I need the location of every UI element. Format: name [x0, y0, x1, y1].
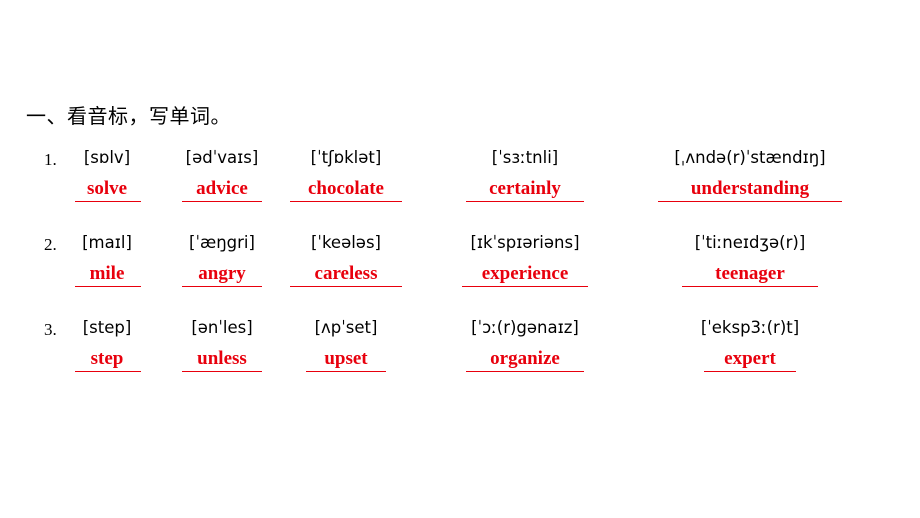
phonetic-text: [ˈkeələs]: [310, 233, 381, 252]
answer-wrap: solve: [60, 168, 154, 200]
phonetic-text: [step]: [82, 318, 132, 337]
answer-wrap: advice: [168, 168, 276, 200]
answer-underline: [704, 371, 796, 372]
answer-text: solve: [86, 178, 128, 199]
word-cell: [ˈsɜːtnli] certainly: [452, 148, 598, 202]
answer-underline: [182, 201, 262, 202]
answer-wrap: experience: [452, 253, 598, 285]
word-cell: [step] step: [60, 318, 154, 372]
answer-text: teenager: [715, 263, 785, 284]
word-cell: [ˈæŋgri] angry: [168, 233, 276, 287]
row-number: 2.: [44, 235, 57, 254]
answer-text: careless: [314, 263, 378, 284]
exercise-row: 3. [step] step [ənˈles] unless [ʌpˈset] …: [0, 318, 920, 403]
answer-wrap: careless: [286, 253, 406, 285]
phonetic-text: [ənˈles]: [191, 318, 253, 337]
answer-text: certainly: [489, 178, 561, 199]
answer-text: chocolate: [308, 178, 384, 199]
row-number: 1.: [44, 150, 57, 169]
phonetic-text: [ˈtiːneɪdʒə(r)]: [694, 233, 806, 252]
answer-underline: [462, 286, 588, 287]
answer-text: angry: [198, 263, 246, 284]
answer-underline: [290, 286, 402, 287]
word-cell: [ɪkˈspɪəriəns] experience: [452, 233, 598, 287]
phonetic-text: [ɪkˈspɪəriəns]: [470, 233, 580, 252]
answer-underline: [658, 201, 842, 202]
phonetic-text: [ʌpˈset]: [314, 318, 378, 337]
word-cell: [sɒlv] solve: [60, 148, 154, 202]
word-cell: [ədˈvaɪs] advice: [168, 148, 276, 202]
answer-underline: [466, 371, 584, 372]
answer-wrap: organize: [452, 338, 598, 370]
answer-underline: [466, 201, 584, 202]
phonetic-text: [ˈɔː(r)gənaɪz]: [471, 318, 579, 337]
answer-text: understanding: [690, 178, 810, 199]
answer-wrap: expert: [640, 338, 860, 370]
phonetic-text: [maɪl]: [82, 233, 132, 252]
answer-underline: [182, 371, 262, 372]
answer-wrap: step: [60, 338, 154, 370]
answer-underline: [306, 371, 386, 372]
word-cell: [ˈɔː(r)gənaɪz] organize: [452, 318, 598, 372]
answer-text: upset: [324, 348, 368, 369]
row-number: 3.: [44, 320, 57, 339]
answer-wrap: unless: [168, 338, 276, 370]
answer-text: mile: [89, 263, 125, 284]
phonetic-text: [sɒlv]: [83, 148, 131, 167]
exercise-rows: 1. [sɒlv] solve [ədˈvaɪs] advice [ˈtʃɒkl…: [0, 148, 920, 403]
answer-underline: [75, 371, 141, 372]
word-cell: [ənˈles] unless: [168, 318, 276, 372]
page-title: 一、看音标，写单词。: [26, 104, 231, 128]
word-cell: [ʌpˈset] upset: [286, 318, 406, 372]
answer-text: organize: [490, 348, 560, 369]
phonetic-text: [ədˈvaɪs]: [185, 148, 259, 167]
answer-text: expert: [724, 348, 776, 369]
answer-underline: [682, 286, 818, 287]
answer-text: experience: [481, 263, 569, 284]
phonetic-text: [ˈsɜːtnli]: [491, 148, 559, 167]
answer-wrap: teenager: [640, 253, 860, 285]
word-cell: [ˈtʃɒklət] chocolate: [286, 148, 406, 202]
answer-underline: [75, 201, 141, 202]
answer-underline: [75, 286, 141, 287]
answer-wrap: angry: [168, 253, 276, 285]
exercise-row: 1. [sɒlv] solve [ədˈvaɪs] advice [ˈtʃɒkl…: [0, 148, 920, 233]
answer-wrap: mile: [60, 253, 154, 285]
word-cell: [ˈkeələs] careless: [286, 233, 406, 287]
word-cell: [ˈeksp3ː(r)t] expert: [640, 318, 860, 372]
phonetic-text: [ˈeksp3ː(r)t]: [700, 318, 800, 337]
answer-text: unless: [197, 348, 247, 369]
answer-text: advice: [196, 178, 248, 199]
answer-underline: [290, 201, 402, 202]
answer-wrap: upset: [286, 338, 406, 370]
phonetic-text: [ˈtʃɒklət]: [310, 148, 382, 167]
word-cell: [maɪl] mile: [60, 233, 154, 287]
answer-text: step: [90, 348, 124, 369]
word-cell: [ˌʌndə(r)ˈstændɪŋ] understanding: [640, 148, 860, 202]
phonetic-text: [ˌʌndə(r)ˈstændɪŋ]: [674, 148, 826, 167]
worksheet-page: 一、看音标，写单词。 1. [sɒlv] solve [ədˈvaɪs] adv…: [0, 0, 920, 518]
answer-wrap: understanding: [640, 168, 860, 200]
answer-wrap: certainly: [452, 168, 598, 200]
answer-underline: [182, 286, 262, 287]
phonetic-text: [ˈæŋgri]: [189, 233, 255, 252]
answer-wrap: chocolate: [286, 168, 406, 200]
exercise-row: 2. [maɪl] mile [ˈæŋgri] angry [ˈkeələs] …: [0, 233, 920, 318]
word-cell: [ˈtiːneɪdʒə(r)] teenager: [640, 233, 860, 287]
